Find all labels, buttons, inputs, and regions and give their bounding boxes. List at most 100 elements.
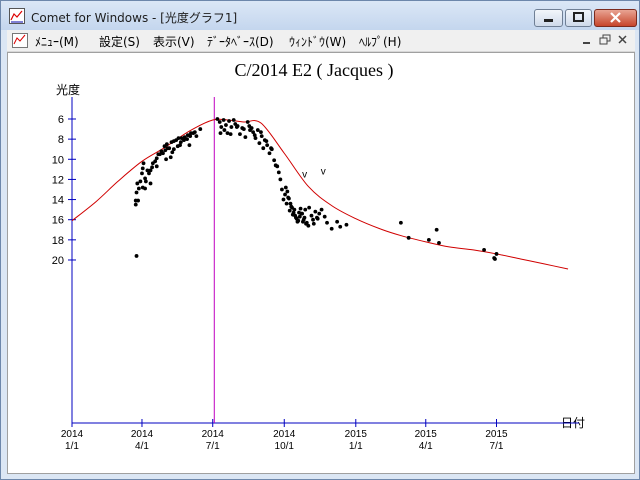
y-tick-label: 12 <box>52 174 64 186</box>
maximize-icon <box>573 12 584 22</box>
observation-point <box>227 119 231 123</box>
x-tick-label-year: 2015 <box>415 429 438 440</box>
observation-point <box>159 149 164 154</box>
observation-point <box>185 137 189 142</box>
application-window: Comet for Windows - [光度グラフ1] ﾒﾆｭｰ(M) 設定(… <box>0 0 640 480</box>
observation-point <box>306 223 311 228</box>
menu-item-help[interactable]: ﾍﾙﾌﾟ(H) <box>359 33 401 50</box>
observation-point <box>290 205 294 210</box>
title-bar[interactable]: Comet for Windows - [光度グラフ1] <box>1 1 639 30</box>
observation-point <box>278 177 283 182</box>
observation-point <box>298 206 303 211</box>
observation-point <box>167 146 172 151</box>
observation-point <box>257 141 262 146</box>
observation-point <box>247 124 252 128</box>
observation-point <box>322 214 327 219</box>
observation-point <box>493 257 497 261</box>
mdi-close-icon[interactable] <box>615 33 631 47</box>
observation-point <box>188 134 193 139</box>
axes <box>71 97 579 424</box>
observation-point <box>241 127 246 131</box>
chart-app-icon <box>9 8 25 24</box>
observation-point <box>287 196 291 201</box>
observation-point <box>168 155 173 160</box>
observation-point <box>164 142 169 147</box>
observation-point <box>187 143 192 148</box>
observation-point <box>259 130 263 134</box>
maximize-button[interactable] <box>565 9 592 27</box>
menu-item-database[interactable]: ﾃﾞｰﾀﾍﾞｰｽ(D) <box>207 33 274 50</box>
observation-point <box>283 192 287 197</box>
observation-point <box>317 211 322 216</box>
x-tick-label-date: 1/1 <box>65 441 79 452</box>
observation-point <box>269 146 273 151</box>
observation-point <box>133 202 138 207</box>
observation-point <box>134 190 139 195</box>
menu-item-window[interactable]: ｳｨﾝﾄﾞｳ(W) <box>289 33 346 50</box>
mdi-minimize-icon[interactable] <box>579 33 595 47</box>
observation-point <box>296 218 301 223</box>
observation-point <box>231 118 236 122</box>
x-tick-label-date: 4/1 <box>135 441 149 452</box>
observation-point <box>136 198 140 203</box>
y-tick-label: 14 <box>52 195 64 207</box>
y-tick-label: 10 <box>52 154 64 166</box>
observation-point <box>437 240 441 245</box>
observation-point <box>217 120 222 124</box>
minimize-button[interactable] <box>534 9 563 27</box>
chart-document-icon[interactable] <box>12 33 28 48</box>
observation-point <box>261 146 266 151</box>
observation-point <box>329 226 334 231</box>
x-tick-label-date: 1/1 <box>349 441 363 452</box>
menu-item-menu[interactable]: ﾒﾆｭｰ(M) <box>35 33 79 50</box>
observation-point <box>311 217 315 222</box>
observation-point <box>229 125 234 129</box>
y-tick-label: 20 <box>52 255 64 267</box>
observation-point <box>338 224 343 229</box>
x-tick-label-year: 2014 <box>202 429 225 440</box>
observation-point <box>276 170 281 175</box>
observation-point <box>313 209 318 214</box>
observation-point <box>140 166 145 171</box>
window-title: Comet for Windows - [光度グラフ1] <box>31 11 238 25</box>
observation-point <box>194 134 199 139</box>
upper-limit-marker: v <box>321 166 326 177</box>
observation-point <box>307 205 312 210</box>
observation-point <box>153 159 158 164</box>
observation-point <box>141 161 146 166</box>
observation-point <box>398 220 403 225</box>
close-icon <box>610 12 621 23</box>
chart-window-client: C/2014 E2 ( Jacques ) 光度 日付 6 8 10 12 14 16 18… <box>7 52 635 474</box>
close-button[interactable] <box>594 9 637 27</box>
observation-point <box>264 139 269 144</box>
x-tick-label-year: 2014 <box>273 429 296 440</box>
ticks: 6810121416182020141/120144/120147/120141… <box>52 114 508 452</box>
x-tick-label-date: 4/1 <box>419 441 433 452</box>
observation-point <box>243 135 248 140</box>
observation-point <box>143 179 148 184</box>
chart-title: C/2014 E2 ( Jacques ) <box>235 60 394 81</box>
observation-point <box>315 215 319 220</box>
observation-point <box>218 131 223 135</box>
observation-points <box>133 117 499 261</box>
observation-point <box>238 132 242 137</box>
observation-point <box>285 189 290 194</box>
menu-bar: ﾒﾆｭｰ(M) 設定(S) 表示(V) ﾃﾞｰﾀﾍﾞｰｽ(D) ｳｨﾝﾄﾞｳ(W… <box>7 30 635 52</box>
observation-point <box>302 215 307 220</box>
observation-point <box>164 157 168 162</box>
y-tick-label: 18 <box>52 235 64 247</box>
menu-item-settings[interactable]: 設定(S) <box>99 33 140 50</box>
menu-item-view[interactable]: 表示(V) <box>153 33 195 50</box>
observation-point <box>219 125 224 129</box>
x-tick-label-date: 7/1 <box>206 441 220 452</box>
observation-point <box>156 152 161 157</box>
observation-point <box>265 143 270 148</box>
observation-point <box>482 248 486 252</box>
mdi-restore-icon[interactable] <box>597 33 613 47</box>
y-tick-label: 8 <box>58 134 64 146</box>
observation-point <box>406 235 411 240</box>
observation-point <box>344 222 349 227</box>
observation-point <box>215 117 220 121</box>
observation-point <box>222 128 227 132</box>
x-tick-label-date: 7/1 <box>490 441 504 452</box>
